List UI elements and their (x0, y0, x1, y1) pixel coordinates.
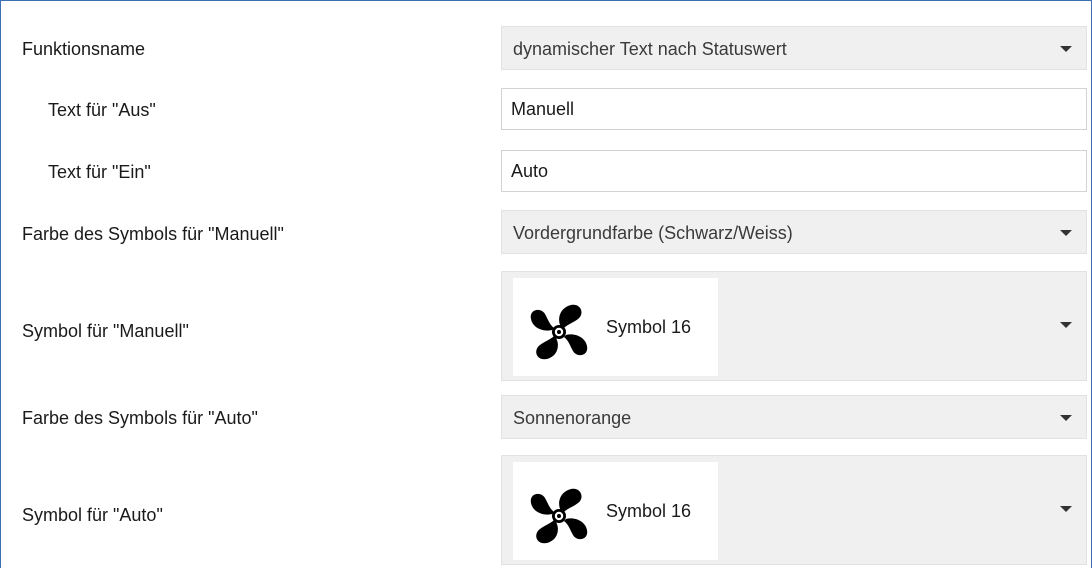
text-ein-input[interactable] (511, 151, 1071, 191)
symbol-manuell-label: Symbol für "Manuell" (22, 321, 189, 341)
symbol-manuell-preview: Symbol 16 (513, 278, 718, 376)
funktionsname-label: Funktionsname (22, 39, 146, 59)
symbol-manuell-value: Symbol 16 (606, 317, 692, 337)
symbol-auto-select[interactable]: Symbol 16 (501, 455, 1087, 565)
text-ein-field[interactable] (501, 150, 1087, 192)
symbol-auto-value: Symbol 16 (606, 501, 692, 521)
symbol-manuell-select[interactable]: Symbol 16 (501, 271, 1087, 381)
chevron-down-icon (1060, 322, 1072, 328)
chevron-down-icon (1060, 415, 1072, 421)
fan-icon (530, 304, 588, 360)
farbe-auto-value: Sonnenorange (513, 408, 632, 428)
chevron-down-icon (1060, 506, 1072, 512)
farbe-auto-select[interactable]: Sonnenorange (501, 395, 1087, 439)
text-aus-input[interactable] (511, 89, 1071, 129)
symbol-auto-preview: Symbol 16 (513, 462, 718, 560)
chevron-down-icon (1060, 46, 1072, 52)
text-aus-label: Text für "Aus" (48, 100, 156, 120)
text-aus-field[interactable] (501, 88, 1087, 130)
chevron-down-icon (1060, 230, 1072, 236)
funktionsname-value: dynamischer Text nach Statuswert (513, 39, 787, 59)
symbol-auto-label: Symbol für "Auto" (22, 505, 163, 525)
parameter-panel: Funktionsname dynamischer Text nach Stat… (0, 0, 1092, 568)
farbe-manuell-select[interactable]: Vordergrundfarbe (Schwarz/Weiss) (501, 210, 1087, 254)
funktionsname-select[interactable]: dynamischer Text nach Statuswert (501, 26, 1087, 70)
farbe-auto-label: Farbe des Symbols für "Auto" (22, 408, 258, 428)
text-ein-label: Text für "Ein" (48, 162, 151, 182)
farbe-manuell-label: Farbe des Symbols für "Manuell" (22, 224, 284, 244)
fan-icon (530, 488, 588, 544)
farbe-manuell-value: Vordergrundfarbe (Schwarz/Weiss) (513, 223, 793, 243)
